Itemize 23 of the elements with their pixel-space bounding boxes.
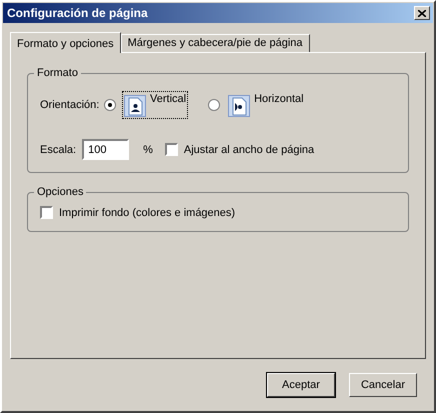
window-title: Configuración de página: [7, 6, 148, 20]
tab[interactable]: Formato y opciones: [10, 32, 121, 53]
scale-field[interactable]: 100: [82, 139, 130, 160]
radio-button[interactable]: [104, 99, 116, 111]
scale-label: Escala:: [40, 144, 76, 156]
close-icon: [418, 10, 426, 16]
group-title: Formato: [36, 67, 79, 79]
orientation-label: Orientación:: [40, 99, 98, 111]
tab[interactable]: Márgenes y cabecera/pie de página: [120, 34, 310, 52]
percent-label: %: [143, 144, 153, 156]
checkbox-label[interactable]: Ajustar al ancho de página: [184, 144, 314, 156]
checkbox[interactable]: [164, 143, 178, 156]
radio-label[interactable]: Horizontal: [254, 93, 304, 105]
radio-label[interactable]: Vertical: [150, 93, 186, 105]
landscape-page-icon: [228, 95, 250, 117]
checkbox-label[interactable]: Imprimir fondo (colores e imágenes): [59, 206, 236, 218]
close-button[interactable]: [414, 6, 430, 20]
cancel-button[interactable]: Cancelar: [349, 373, 417, 397]
group-title: Opciones: [36, 186, 84, 198]
checkbox[interactable]: [40, 206, 53, 219]
accept-button[interactable]: Aceptar: [267, 373, 335, 397]
radio-button[interactable]: [208, 99, 220, 111]
portrait-page-icon: [124, 95, 146, 117]
